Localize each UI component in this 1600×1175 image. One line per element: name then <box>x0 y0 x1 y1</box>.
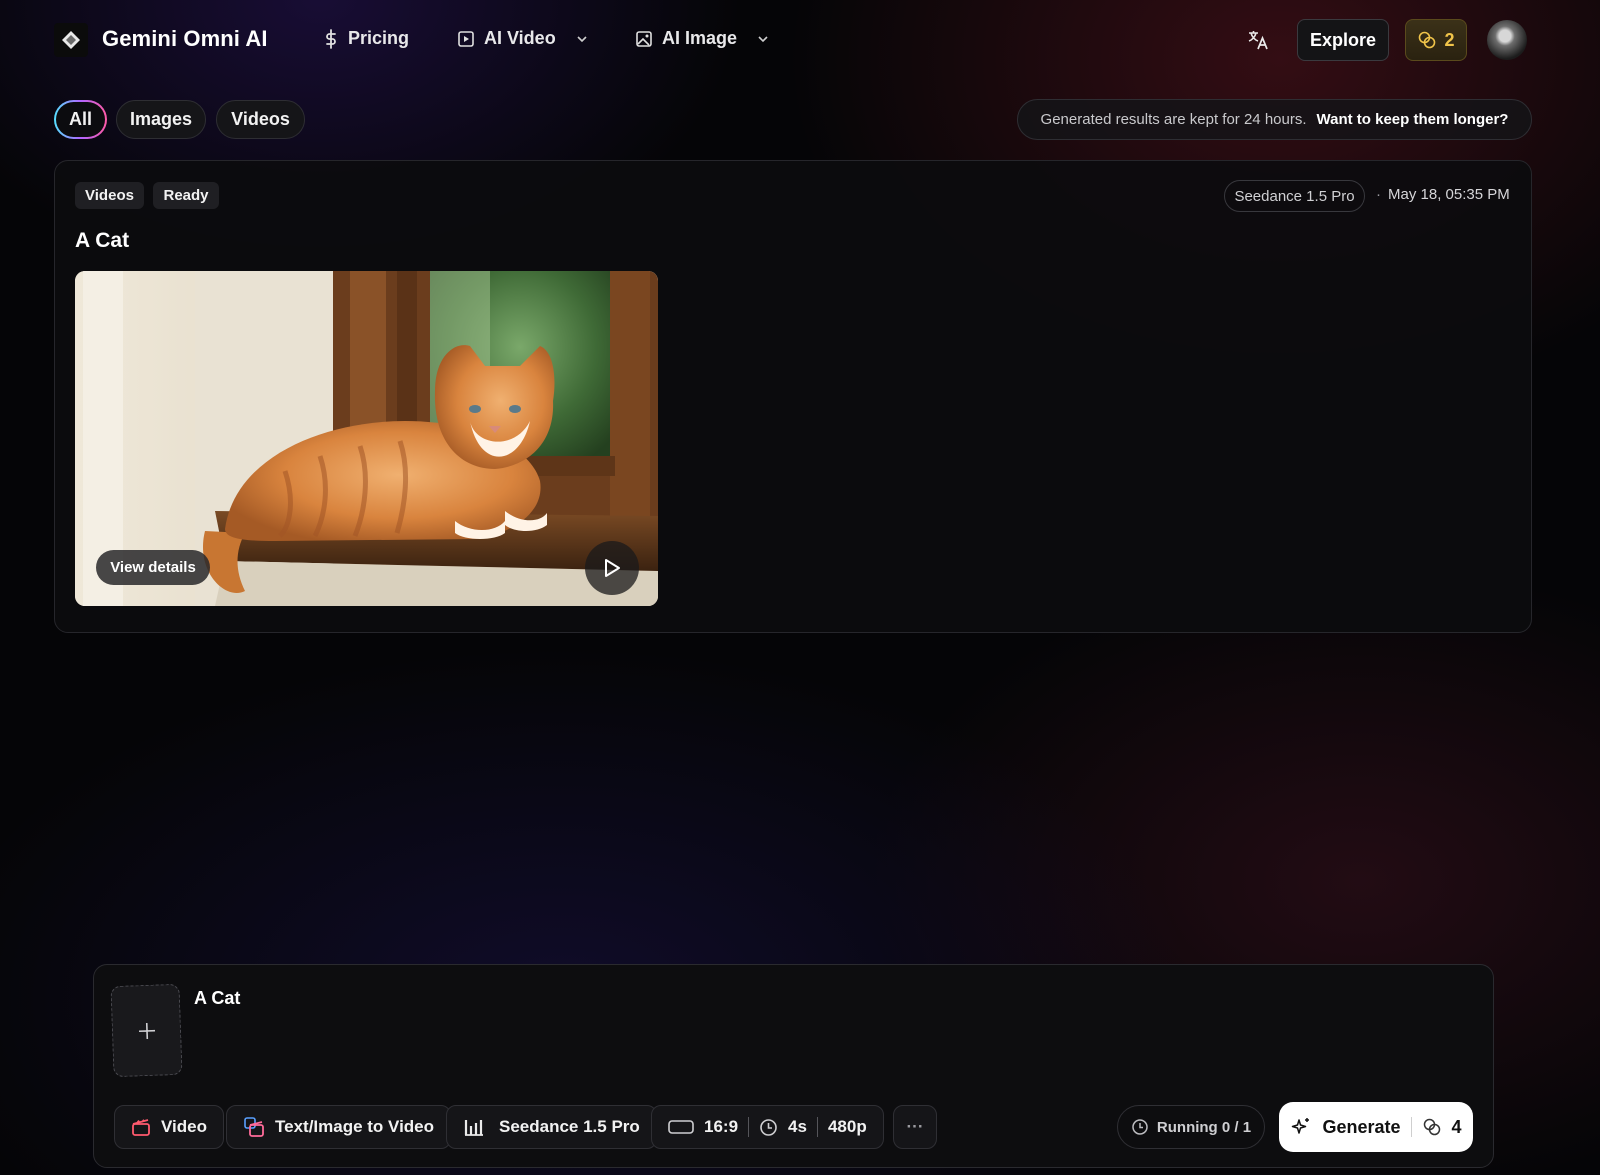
running-status: Running 0 / 1 <box>1117 1105 1265 1149</box>
credits-button[interactable]: 2 <box>1405 19 1467 61</box>
clock-icon <box>760 1118 777 1136</box>
bars-icon <box>464 1120 483 1136</box>
text-image-video-icon <box>244 1117 264 1137</box>
workflow-select[interactable]: Text/Image to Video <box>226 1105 452 1149</box>
image-icon <box>636 30 652 47</box>
retention-notice-text: Generated results are kept for 24 hours. <box>1040 111 1307 128</box>
mode-label: Video <box>161 1117 207 1136</box>
avatar[interactable] <box>1487 20 1527 60</box>
diamond-logo-icon <box>62 31 80 49</box>
play-square-icon <box>458 30 474 47</box>
dollar-icon <box>326 28 336 49</box>
tab-all[interactable]: All <box>54 100 107 139</box>
resolution-value: 480p <box>827 1117 867 1136</box>
brand-name[interactable]: Gemini Omni AI <box>102 26 268 52</box>
video-settings[interactable]: 16:9 4s 480p <box>651 1105 884 1149</box>
tab-images[interactable]: Images <box>116 100 206 139</box>
chevron-down-icon <box>577 35 587 42</box>
sparkle-icon <box>1292 1118 1310 1134</box>
more-options-button[interactable]: ··· <box>893 1105 937 1149</box>
status-badge: Ready <box>153 182 219 209</box>
clapperboard-icon <box>132 1119 150 1136</box>
translate-icon[interactable] <box>1247 29 1269 56</box>
upload-reference-button[interactable] <box>110 983 183 1078</box>
model-label: Seedance 1.5 Pro <box>499 1117 640 1136</box>
play-button[interactable] <box>585 541 639 595</box>
nav-ai-video-label: AI Video <box>484 28 556 48</box>
generate-cost: 4 <box>1451 1116 1462 1137</box>
chevron-down-icon <box>758 35 768 42</box>
result-date: May 18, 05:35 PM <box>1388 186 1510 203</box>
model-select[interactable]: Seedance 1.5 Pro <box>446 1105 657 1149</box>
nav-pricing-label: Pricing <box>348 28 410 48</box>
workflow-label: Text/Image to Video <box>275 1117 435 1136</box>
view-details-button[interactable]: View details <box>96 550 210 585</box>
clock-icon <box>1132 1119 1148 1135</box>
coins-icon <box>1419 31 1436 49</box>
type-tag: Videos <box>75 182 144 209</box>
generate-label: Generate <box>1322 1116 1401 1137</box>
model-tag: Seedance 1.5 Pro <box>1224 180 1365 212</box>
keep-longer-link[interactable]: Want to keep them longer? <box>1317 111 1509 128</box>
divider <box>1410 1117 1412 1137</box>
coins-icon <box>1423 1118 1440 1136</box>
retention-notice: Generated results are kept for 24 hours.… <box>1017 99 1532 140</box>
mode-select[interactable]: Video <box>114 1105 224 1149</box>
meta-separator: · <box>1376 186 1381 203</box>
duration-value: 4s <box>788 1117 807 1136</box>
nav-ai-video[interactable]: AI Video <box>457 28 589 49</box>
generate-button[interactable]: Generate 4 <box>1279 1102 1473 1152</box>
nav-ai-image[interactable]: AI Image <box>635 28 770 49</box>
aspect-ratio-value: 16:9 <box>704 1117 739 1136</box>
prompt-input[interactable] <box>194 988 1454 1009</box>
play-icon <box>605 559 620 577</box>
tab-videos[interactable]: Videos <box>216 100 305 139</box>
running-status-label: Running 0 / 1 <box>1156 1118 1252 1136</box>
plus-icon <box>138 1022 155 1039</box>
credits-count: 2 <box>1444 29 1455 50</box>
nav-ai-image-label: AI Image <box>662 28 738 48</box>
nav-pricing[interactable]: Pricing <box>323 28 409 49</box>
divider <box>816 1117 818 1137</box>
logo[interactable] <box>54 23 88 57</box>
explore-button[interactable]: Explore <box>1297 19 1389 61</box>
aspect-ratio-icon <box>668 1120 694 1134</box>
divider <box>748 1117 750 1137</box>
result-title: A Cat <box>75 229 130 252</box>
